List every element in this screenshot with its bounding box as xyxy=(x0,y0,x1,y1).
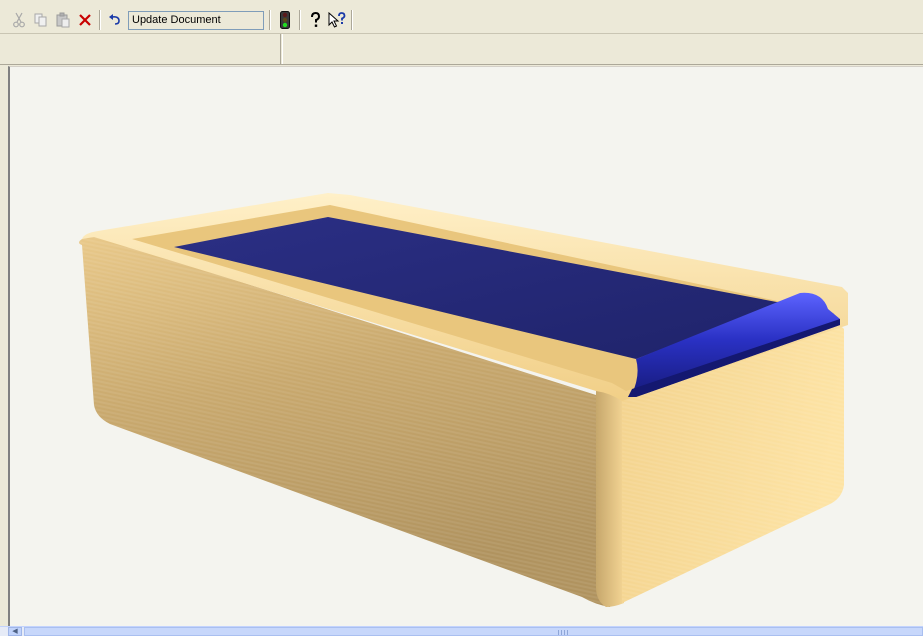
secondary-panel-row xyxy=(0,34,923,65)
pointer-question-icon xyxy=(328,12,346,28)
question-mark-icon xyxy=(311,12,321,27)
delete-button[interactable] xyxy=(74,9,96,31)
undo-button[interactable] xyxy=(104,9,126,31)
toolbar-separator xyxy=(299,10,301,30)
paste-button[interactable] xyxy=(52,9,74,31)
cad-application-window: Update Document ◀ xyxy=(0,0,923,636)
horizontal-scrollbar[interactable]: ◀ xyxy=(0,626,923,636)
box-model xyxy=(79,193,848,607)
scrollbar-grip xyxy=(558,630,568,635)
traffic-light-icon xyxy=(280,11,290,29)
toolbar-edit-group: Update Document xyxy=(8,9,356,31)
delete-x-icon xyxy=(79,14,91,26)
copy-button[interactable] xyxy=(30,9,52,31)
scrollbar-thumb[interactable] xyxy=(24,627,923,636)
help-button[interactable] xyxy=(304,9,326,31)
copy-icon xyxy=(34,13,47,27)
rebuild-traffic-light-button[interactable] xyxy=(274,9,296,31)
toolbar-separator xyxy=(269,10,271,30)
command-status-box: Update Document xyxy=(128,10,264,30)
toolbar-separator xyxy=(99,10,101,30)
3d-graphics-viewport[interactable] xyxy=(8,66,923,626)
cut-button[interactable] xyxy=(8,9,30,31)
context-help-button[interactable] xyxy=(326,9,348,31)
standard-toolbar: Update Document xyxy=(0,7,923,34)
scissors-icon xyxy=(13,12,25,28)
viewport-frame xyxy=(0,65,923,626)
panel-divider xyxy=(282,34,283,64)
toolbar-separator xyxy=(351,10,353,30)
3d-model-drawing xyxy=(79,193,848,607)
chevron-left-icon[interactable]: ◀ xyxy=(8,627,22,636)
box-corner xyxy=(596,389,624,607)
undo-arrow-icon xyxy=(109,14,120,25)
paste-icon xyxy=(56,12,70,28)
feature-manager-header xyxy=(0,34,281,64)
